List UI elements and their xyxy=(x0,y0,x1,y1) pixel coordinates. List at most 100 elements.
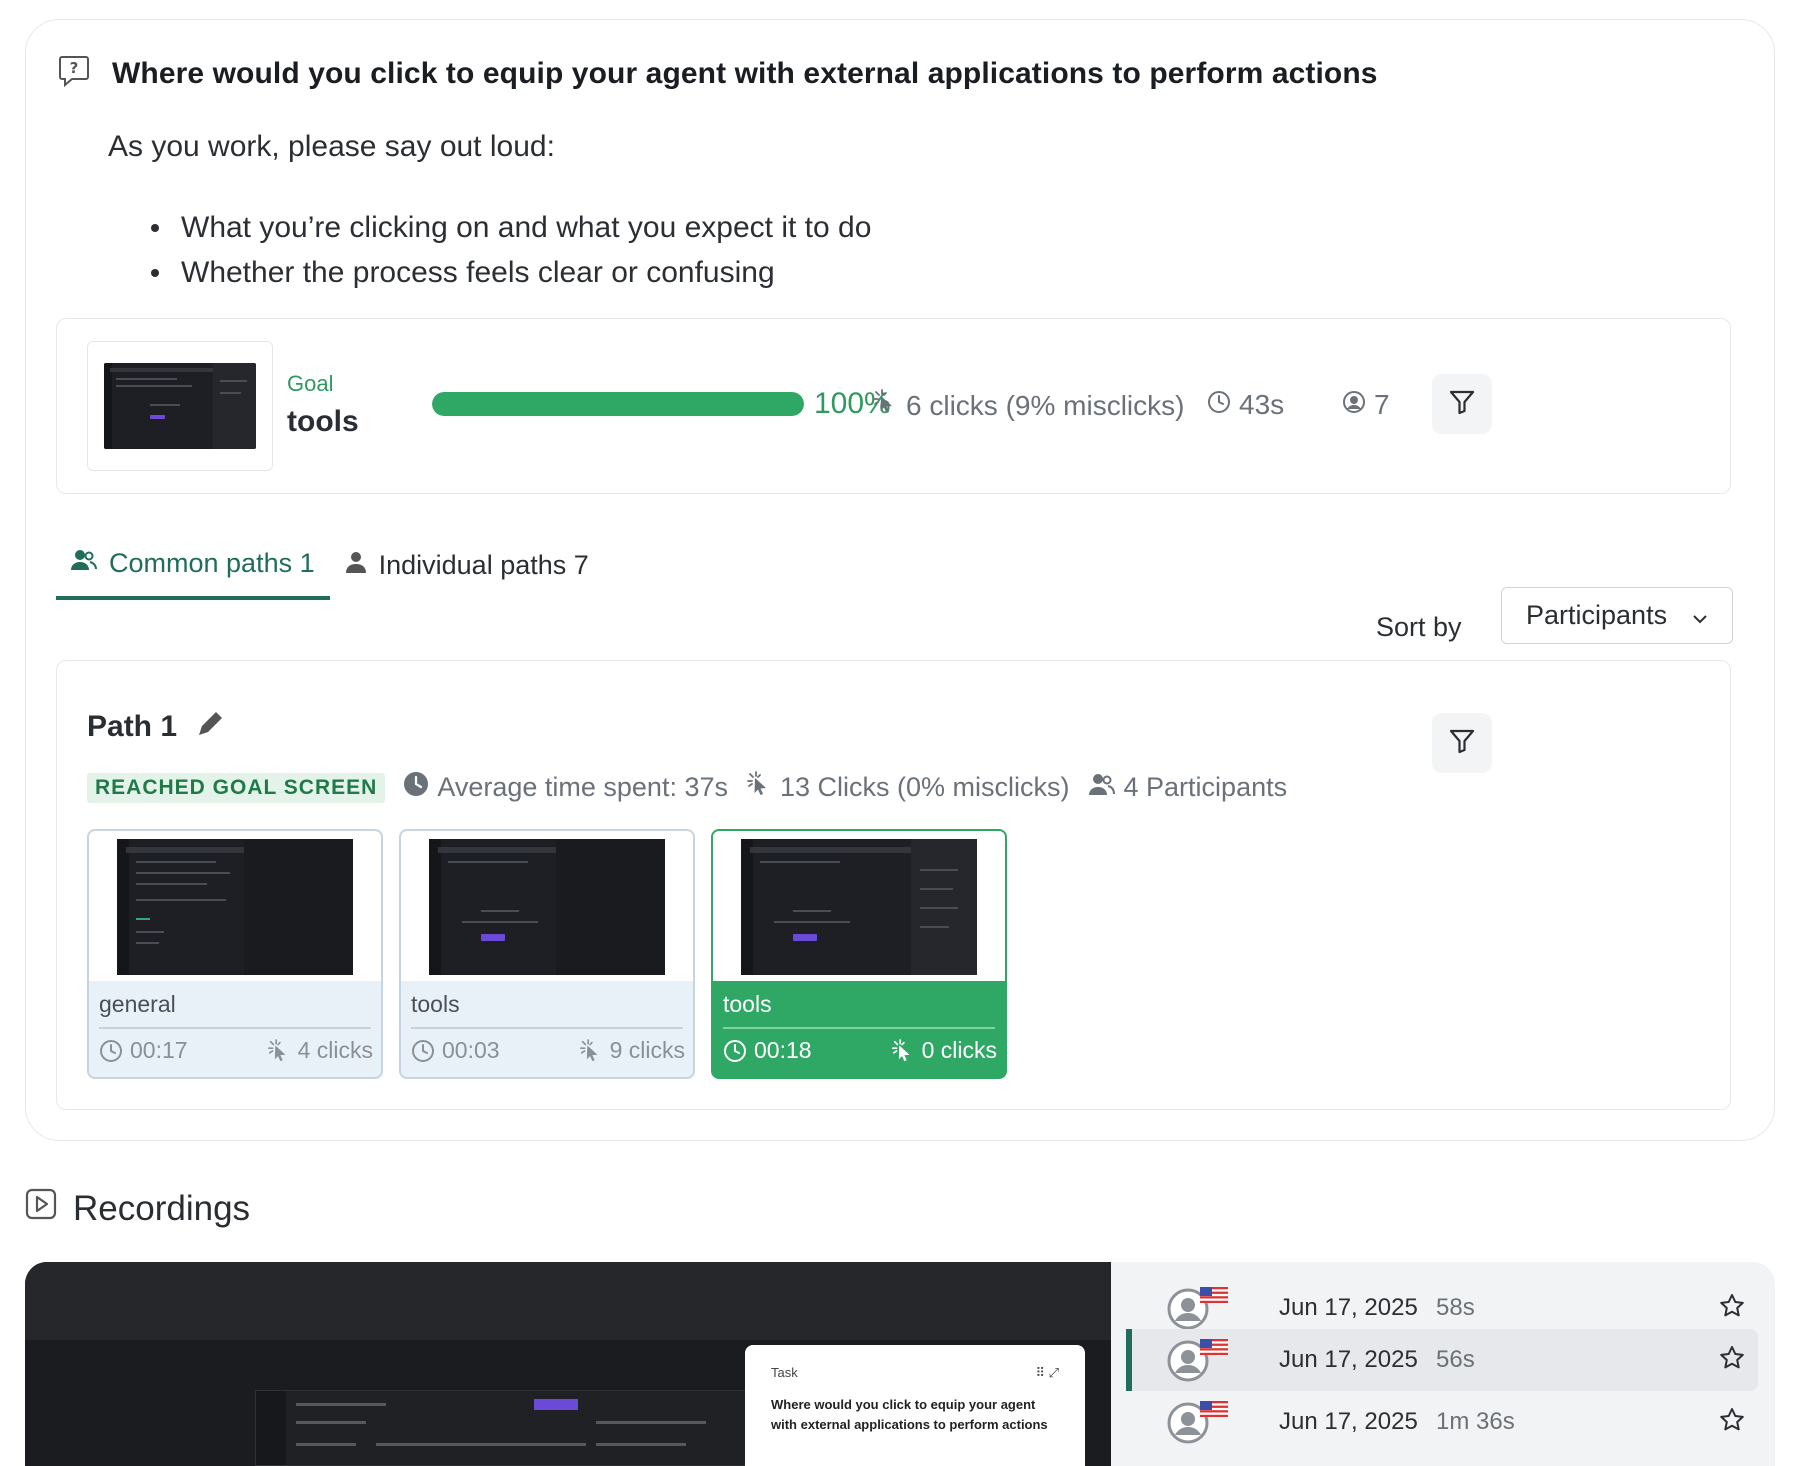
recordings-list: Jun 17, 2025 58s Jun 17, 2025 56s Jun 17… xyxy=(1111,1262,1775,1466)
task-title: Where would you click to equip your agen… xyxy=(112,56,1378,90)
tab-individual-paths[interactable]: Individual paths 7 xyxy=(330,530,604,600)
clock-icon xyxy=(1207,389,1231,421)
avatar xyxy=(1166,1335,1230,1383)
step-screenshot xyxy=(713,831,1005,981)
recording-date: Jun 17, 2025 xyxy=(1279,1408,1418,1435)
path-clicks-stat: 13 Clicks (0% misclicks) xyxy=(746,771,1070,804)
click-icon xyxy=(746,771,772,804)
goal-summary: Goal tools 100% 6 clicks (9% misclicks) … xyxy=(56,318,1731,494)
recording-duration: 1m 36s xyxy=(1436,1408,1515,1435)
filter-icon xyxy=(1448,388,1476,421)
click-icon xyxy=(872,389,898,422)
path-meta: REACHED GOAL SCREEN Average time spent: … xyxy=(87,771,1287,804)
filter-icon xyxy=(1448,727,1476,760)
path-title-row: Path 1 xyxy=(87,707,227,747)
goal-label: Goal xyxy=(287,371,334,396)
svg-text:?: ? xyxy=(70,59,79,77)
task-card: ? Where would you click to equip your ag… xyxy=(25,19,1775,1141)
success-progress-bar xyxy=(432,392,804,416)
sort-select[interactable]: Participants xyxy=(1501,587,1733,644)
user-icon xyxy=(345,550,367,581)
task-bullets: What you’re clicking on and what you exp… xyxy=(151,205,871,295)
step-time: 00:03 xyxy=(411,1037,500,1064)
chevron-down-icon xyxy=(1692,600,1708,631)
clock-icon xyxy=(100,1039,122,1062)
users-icon xyxy=(1088,771,1116,804)
recording-item-selected[interactable]: Jun 17, 2025 56s xyxy=(1126,1329,1758,1391)
task-bullet: What you’re clicking on and what you exp… xyxy=(151,205,871,250)
click-icon xyxy=(891,1038,910,1061)
goal-screen-thumbnail[interactable] xyxy=(87,341,273,471)
star-icon[interactable] xyxy=(1718,1344,1746,1377)
step-clicks: 0 clicks xyxy=(891,1037,997,1064)
step-label: tools xyxy=(411,991,460,1017)
avatar xyxy=(1166,1283,1230,1331)
clicks-stat: 6 clicks (9% misclicks) xyxy=(872,389,1184,422)
star-icon[interactable] xyxy=(1718,1406,1746,1439)
click-icon xyxy=(267,1038,286,1061)
step-time: 00:17 xyxy=(99,1037,188,1064)
clock-icon xyxy=(724,1039,746,1062)
sort-label: Sort by xyxy=(1376,612,1462,642)
avg-time-stat: Average time spent: 37s xyxy=(403,771,728,804)
star-icon[interactable] xyxy=(1718,1292,1746,1325)
step-screenshot xyxy=(89,831,381,981)
task-popup-text: Where would you click to equip your agen… xyxy=(771,1397,1048,1432)
success-progress-fill xyxy=(432,392,804,416)
sort-value: Participants xyxy=(1526,600,1668,630)
recording-video-player[interactable]: Task ⠿ ⤢ Where would you click to equip … xyxy=(25,1262,1111,1466)
path-step[interactable]: general 00:17 4 clicks xyxy=(87,829,383,1079)
path-card: Path 1 REACHED GOAL SCREEN Average time … xyxy=(56,660,1731,1110)
recording-date: Jun 17, 2025 xyxy=(1279,1346,1418,1373)
recordings-title: Recordings xyxy=(73,1188,251,1228)
recording-date: Jun 17, 2025 xyxy=(1279,1294,1418,1321)
tab-label: Common paths 1 xyxy=(109,547,315,578)
time-stat: 43s xyxy=(1207,389,1284,421)
clock-icon xyxy=(412,1039,434,1062)
path-participants-stat: 4 Participants xyxy=(1088,771,1288,804)
users-icon xyxy=(71,548,97,579)
tab-common-paths[interactable]: Common paths 1 xyxy=(56,530,330,600)
screen-preview xyxy=(104,363,256,449)
step-clicks: 4 clicks xyxy=(267,1037,373,1064)
play-icon xyxy=(25,1188,57,1229)
path-step-current[interactable]: tools 00:18 0 clicks xyxy=(711,829,1007,1079)
path-step[interactable]: tools 00:03 9 clicks xyxy=(399,829,695,1079)
participants-text: 7 xyxy=(1374,389,1390,420)
avg-time-text: Average time spent: 37s xyxy=(437,772,728,802)
clicks-text: 6 clicks (9% misclicks) xyxy=(906,389,1185,421)
step-label: tools xyxy=(723,991,772,1017)
path-participants-text: 4 Participants xyxy=(1123,772,1288,802)
recording-duration: 58s xyxy=(1436,1294,1475,1321)
recordings-header: Recordings xyxy=(25,1188,250,1229)
question-icon: ? xyxy=(58,54,90,93)
task-bullet: Whether the process feels clear or confu… xyxy=(151,250,871,295)
video-frame-app xyxy=(255,1390,785,1466)
recording-duration: 56s xyxy=(1436,1346,1475,1373)
path-title: Path 1 xyxy=(87,710,178,743)
step-label: general xyxy=(99,991,176,1017)
clock-filled-icon xyxy=(403,771,429,804)
paths-tabs: Common paths 1 Individual paths 7 xyxy=(56,530,604,605)
path-clicks-text: 13 Clicks (0% misclicks) xyxy=(779,772,1070,802)
avatar xyxy=(1166,1397,1230,1445)
path-filter-button[interactable] xyxy=(1432,713,1492,773)
tab-label: Individual paths 7 xyxy=(378,549,589,580)
step-clicks: 9 clicks xyxy=(579,1037,685,1064)
task-popup: Task ⠿ ⤢ Where would you click to equip … xyxy=(745,1345,1085,1466)
user-circle-icon xyxy=(1342,389,1366,421)
task-intro: As you work, please say out loud: xyxy=(108,130,555,163)
pencil-icon[interactable] xyxy=(195,707,227,747)
goal-name: tools xyxy=(287,405,359,438)
task-popup-label: Task xyxy=(771,1365,798,1380)
step-screenshot xyxy=(401,831,693,981)
goal-filter-button[interactable] xyxy=(1432,374,1492,434)
click-icon xyxy=(579,1038,598,1061)
path-steps: general 00:17 4 clicks tools 00:03 9 cli… xyxy=(87,829,1007,1079)
participants-stat: 7 xyxy=(1342,389,1390,421)
popup-controls-icon[interactable]: ⠿ ⤢ xyxy=(1035,1365,1059,1381)
time-text: 43s xyxy=(1239,389,1285,420)
task-header: ? Where would you click to equip your ag… xyxy=(58,54,1378,93)
status-badge: REACHED GOAL SCREEN xyxy=(87,772,386,803)
recording-item[interactable]: Jun 17, 2025 1m 36s xyxy=(1126,1391,1758,1453)
